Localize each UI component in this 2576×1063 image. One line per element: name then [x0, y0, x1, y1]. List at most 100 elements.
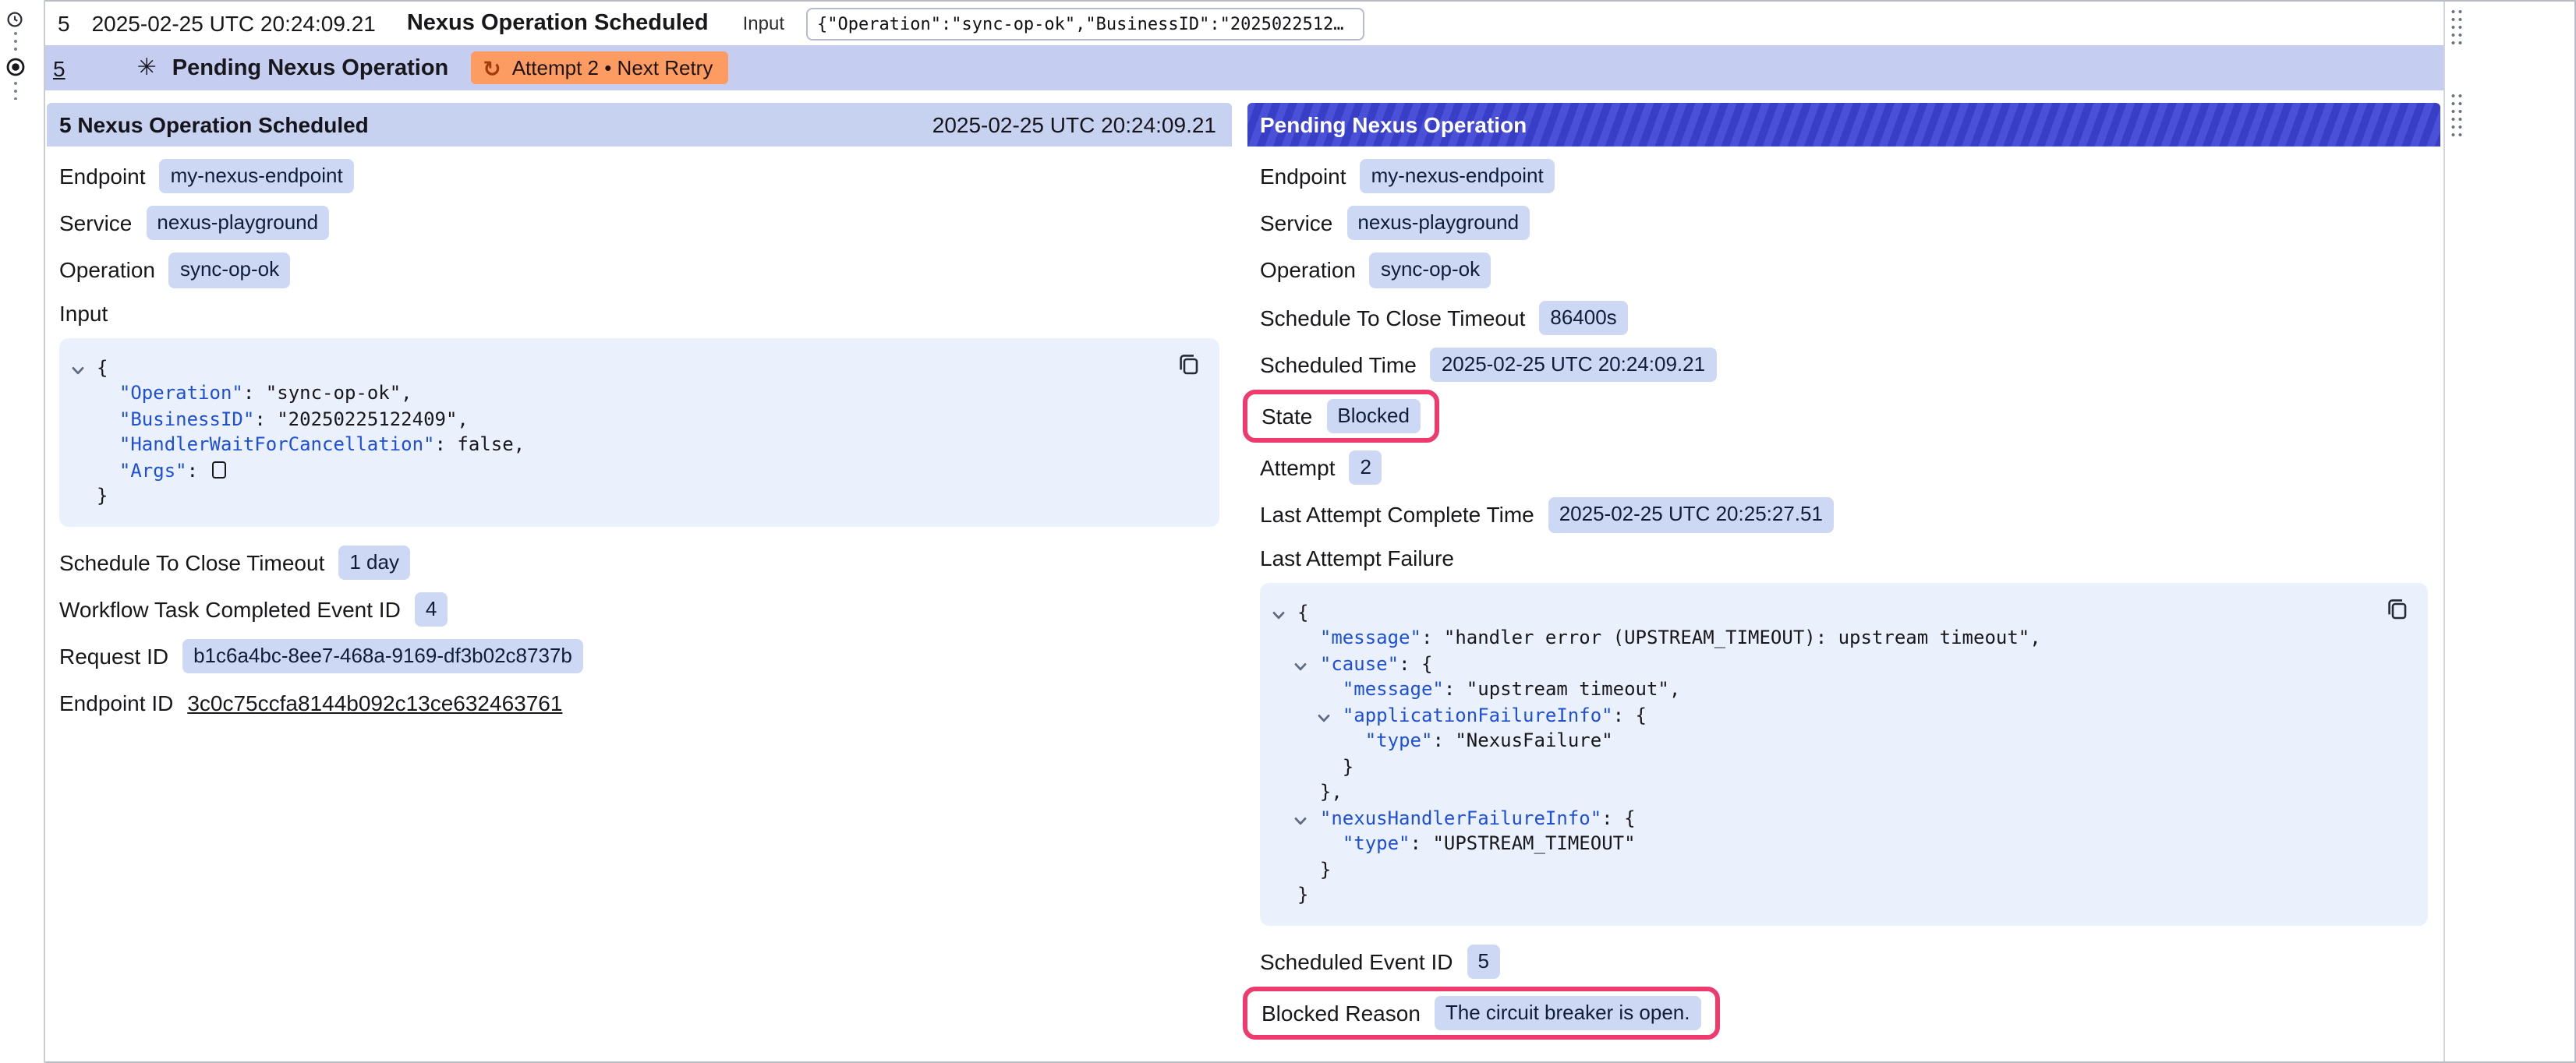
field-request-id: Request IDb1c6a4bc-8ee7-468a-9169-df3b02… — [59, 639, 1219, 673]
field-label: Endpoint ID — [59, 690, 173, 715]
field-value-badge: my-nexus-endpoint — [1361, 159, 1555, 193]
timeline-dotted-line — [14, 30, 17, 53]
workflow-event-history-view: 5 2025-02-25 UTC 20:24:09.21 Nexus Opera… — [0, 0, 2576, 1063]
field-label: Input — [59, 300, 1219, 325]
input-json-preview[interactable]: {"Operation":"sync-op-ok","BusinessID":"… — [806, 7, 1364, 40]
field-label: Last Attempt Complete Time — [1260, 503, 1534, 528]
field-attempt: Attempt 2 — [1260, 450, 2428, 485]
field-label: Workflow Task Completed Event ID — [59, 597, 401, 622]
code-line: "type": "NexusFailure" — [1260, 728, 2365, 754]
current-event-dot-icon — [6, 56, 25, 81]
empty-array-icon — [213, 461, 227, 478]
code-line: } — [1260, 754, 2365, 779]
field-value-badge: Blocked — [1326, 399, 1421, 433]
field-label: Schedule To Close Timeout — [1260, 305, 1525, 330]
field-label: Service — [1260, 211, 1332, 236]
field-scheduled-event-id: Scheduled Event ID 5 — [1260, 944, 2428, 978]
code-line: "cause": { — [1260, 651, 2365, 676]
drag-handle-dots-icon[interactable] — [2450, 8, 2462, 45]
code-line: } — [1260, 882, 2365, 908]
field-service: Servicenexus-playground — [1260, 206, 2428, 240]
pending-operation-body: Endpoint my-nexus-endpoint Servicenexus-pl… — [1247, 147, 2440, 1060]
pending-operation-header[interactable]: Pending Nexus Operation — [1247, 103, 2440, 147]
code-line: "HandlerWaitForCancellation": false, — [59, 432, 1157, 457]
field-label: Endpoint — [1260, 164, 1346, 189]
scheduled-event-body: Endpoint my-nexus-endpoint Servicenexus-pl… — [47, 147, 1232, 745]
code-line: "message": "handler error (UPSTREAM_TIME… — [1260, 625, 2365, 651]
field-label: Attempt — [1260, 455, 1336, 480]
field-endpoint: Endpoint my-nexus-endpoint — [1260, 159, 2428, 193]
endpoint-id-link[interactable]: 3c0c75ccfa8144b092c13ce632463761 — [187, 690, 562, 715]
copy-icon[interactable] — [1177, 351, 1202, 376]
json-code-viewer: { "message": "handler error (UPSTREAM_TI… — [1260, 582, 2428, 925]
retry-attempt-badge: ↻ Attempt 2 • Next Retry — [470, 51, 728, 84]
pending-operation-detail-panel: Pending Nexus Operation Endpoint my-nexus… — [1247, 103, 2440, 1060]
field-value-badge: 1 day — [338, 545, 410, 579]
field-label: Scheduled Event ID — [1260, 948, 1453, 973]
annotation-highlight-box: Blocked Reason The circuit breaker is ope… — [1243, 986, 1720, 1039]
field-label: Scheduled Time — [1260, 352, 1417, 377]
code-line: } — [59, 483, 1157, 509]
field-value-badge: 2025-02-25 UTC 20:25:27.51 — [1548, 498, 1834, 532]
collapse-chevron-icon[interactable] — [1293, 655, 1309, 671]
field-label: Operation — [1260, 258, 1356, 283]
code-line: "type": "UPSTREAM_TIMEOUT" — [1260, 831, 2365, 856]
field-last-attempt-failure: Last Attempt Failure { "message": "handle… — [1260, 545, 2428, 925]
collapse-chevron-icon[interactable] — [1316, 707, 1332, 722]
event-id-link[interactable]: 5 — [53, 55, 65, 80]
collapse-chevron-icon[interactable] — [1293, 810, 1309, 825]
code-line: "message": "upstream timeout", — [1260, 676, 2365, 702]
field-endpoint: Endpoint my-nexus-endpoint — [59, 159, 1219, 193]
retry-icon: ↻ — [483, 57, 501, 79]
event-id[interactable]: 5 — [58, 11, 70, 36]
field-value-badge: 86400s — [1539, 300, 1627, 334]
event-rows: 5 2025-02-25 UTC 20:24:09.21 Nexus Opera… — [45, 2, 2443, 90]
panel-timestamp: 2025-02-25 UTC 20:24:09.21 — [932, 112, 1216, 137]
annotation-highlight-box: State Blocked — [1243, 390, 1439, 443]
field-endpoint-id: Endpoint ID 3c0c75ccfa8144b092c13ce632463… — [59, 686, 1219, 720]
field-label: Endpoint — [59, 164, 146, 189]
code-line: "BusinessID": "20250225122409", — [59, 406, 1157, 432]
copy-icon[interactable] — [2386, 596, 2411, 621]
code-line: "Operation": "sync-op-ok", — [59, 380, 1157, 406]
field-label: Last Attempt Failure — [1260, 545, 2428, 570]
field-blocked-reason: Blocked Reason The circuit breaker is ope… — [1260, 991, 2428, 1034]
json-code-viewer: { "Operation": "sync-op-ok", "BusinessID… — [59, 337, 1219, 526]
collapse-chevron-icon[interactable] — [1271, 604, 1286, 620]
field-value-badge: sync-op-ok — [1370, 253, 1491, 288]
field-workflow-task-completed-event-id: Workflow Task Completed Event ID4 — [59, 592, 1219, 627]
panel-title: 5 Nexus Operation Scheduled — [59, 112, 369, 137]
pending-operation-row[interactable]: 5 ✳ Pending Nexus Operation ↻ Attempt 2 … — [45, 45, 2443, 90]
field-value-badge: my-nexus-endpoint — [160, 159, 354, 193]
field-label: Operation — [59, 258, 155, 283]
drag-handle-dots-icon[interactable] — [2450, 92, 2462, 139]
field-value-badge: sync-op-ok — [169, 253, 290, 288]
field-input: Input { "Operation": "sync-op-ok", "Busin… — [59, 300, 1219, 526]
field-state: State Blocked — [1260, 394, 2428, 438]
field-last-attempt-complete-time: Last Attempt Complete Time 2025-02-25 UTC… — [1260, 498, 2428, 532]
field-operation: Operation sync-op-ok — [1260, 253, 2428, 288]
field-value-badge: nexus-playground — [146, 206, 329, 240]
field-value-badge: 2025-02-25 UTC 20:24:09.21 — [1431, 348, 1716, 382]
field-label: Blocked Reason — [1261, 1001, 1421, 1026]
event-timestamp: 2025-02-25 UTC 20:24:09.21 — [92, 11, 376, 36]
event-row-scheduled[interactable]: 5 2025-02-25 UTC 20:24:09.21 Nexus Opera… — [45, 2, 2443, 45]
side-rail — [2443, 2, 2574, 1061]
code-line: "nexusHandlerFailureInfo": { — [1260, 805, 2365, 831]
retry-badge-label: Attempt 2 • Next Retry — [512, 56, 713, 79]
field-schedule-to-close-timeout: Schedule To Close Timeout 1 day — [59, 545, 1219, 579]
field-service: Servicenexus-playground — [59, 206, 1219, 240]
field-value-badge: The circuit breaker is open. — [1435, 995, 1701, 1029]
field-label: Schedule To Close Timeout — [59, 549, 324, 574]
scheduled-event-header[interactable]: 5 Nexus Operation Scheduled 2025-02-25 U… — [47, 103, 1232, 147]
collapse-chevron-icon[interactable] — [70, 359, 86, 375]
code-line: "Args": — [59, 457, 1157, 483]
field-value-badge: b1c6a4bc-8ee7-468a-9169-df3b02c8737b — [182, 639, 583, 673]
field-scheduled-time: Scheduled Time 2025-02-25 UTC 20:24:09.21 — [1260, 348, 2428, 382]
field-value-badge: 5 — [1467, 944, 1500, 978]
field-value-badge: 2 — [1350, 450, 1382, 485]
field-label: State — [1261, 404, 1312, 429]
scheduled-event-detail-panel: 5 Nexus Operation Scheduled 2025-02-25 U… — [47, 103, 1232, 745]
code-line: }, — [1260, 779, 2365, 805]
input-label: Input — [743, 12, 784, 34]
